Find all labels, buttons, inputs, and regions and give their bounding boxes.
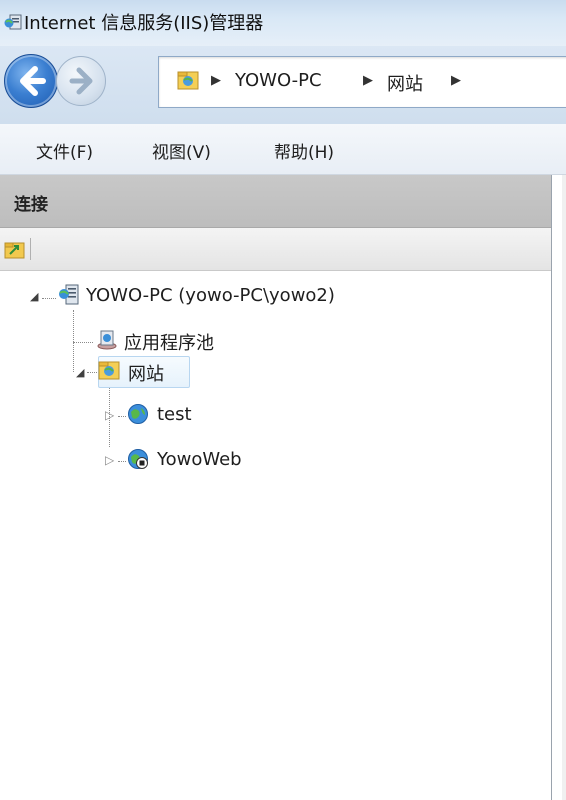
address-bar[interactable]: ▶ YOWO-PC ▶ 网站 ▶	[158, 56, 566, 108]
content-pane-edge	[562, 175, 566, 800]
globe-stopped-icon	[127, 448, 149, 475]
connections-toolbar	[0, 228, 551, 271]
toolbar-divider	[30, 238, 31, 260]
connections-panel: 连接 ◢ YOWO-PC (yowo-PC\yowo2) 应用程序池 ◢ 网站 …	[0, 175, 552, 800]
collapse-sites-icon[interactable]: ◢	[76, 366, 84, 379]
menu-file[interactable]: 文件(F)	[36, 138, 93, 163]
breadcrumb-sites[interactable]: 网站	[387, 70, 423, 96]
tree-line	[87, 372, 97, 373]
breadcrumb-server[interactable]: YOWO-PC	[235, 70, 322, 91]
iis-manager-icon	[4, 14, 22, 34]
breadcrumb-separator: ▶	[363, 73, 373, 88]
tree-line	[118, 416, 126, 417]
navigation-bar: ▶ YOWO-PC ▶ 网站 ▶	[0, 46, 566, 124]
sites-folder-icon	[98, 359, 120, 386]
site-test-label: test	[157, 404, 192, 425]
create-connection-icon[interactable]	[4, 238, 26, 264]
breadcrumb-separator: ▶	[451, 73, 461, 88]
window-title: Internet 信息服务(IIS)管理器	[24, 13, 264, 34]
site-yowoweb-label: YowoWeb	[157, 449, 242, 470]
app-pools-label: 应用程序池	[124, 333, 214, 354]
tree-line	[73, 342, 93, 343]
globe-icon	[127, 403, 149, 430]
menu-view[interactable]: 视图(V)	[152, 138, 211, 163]
collapse-server-icon[interactable]: ◢	[30, 290, 38, 303]
forward-button[interactable]	[56, 56, 106, 106]
back-arrow-icon	[20, 66, 46, 96]
tree-line	[73, 310, 74, 372]
expand-yowoweb-icon[interactable]: ▷	[105, 453, 114, 467]
tree-line	[42, 298, 56, 299]
forward-arrow-icon	[69, 67, 93, 95]
server-icon	[58, 284, 80, 311]
tree-line	[118, 461, 126, 462]
breadcrumb-separator: ▶	[211, 73, 221, 88]
connections-header: 连接	[0, 175, 551, 228]
expand-test-icon[interactable]: ▷	[105, 408, 114, 422]
title-bar: Internet 信息服务(IIS)管理器	[0, 0, 566, 46]
sites-folder-icon	[177, 69, 199, 95]
connections-title: 连接	[14, 195, 48, 215]
menu-help[interactable]: 帮助(H)	[274, 138, 334, 163]
server-label: YOWO-PC (yowo-PC\yowo2)	[86, 285, 335, 306]
sites-label: 网站	[128, 364, 164, 385]
app-pool-icon	[96, 328, 118, 355]
back-button[interactable]	[4, 54, 58, 108]
connections-tree: ◢ YOWO-PC (yowo-PC\yowo2) 应用程序池 ◢ 网站 ▷ t…	[0, 270, 551, 800]
menu-bar: 文件(F) 视图(V) 帮助(H)	[0, 124, 566, 175]
